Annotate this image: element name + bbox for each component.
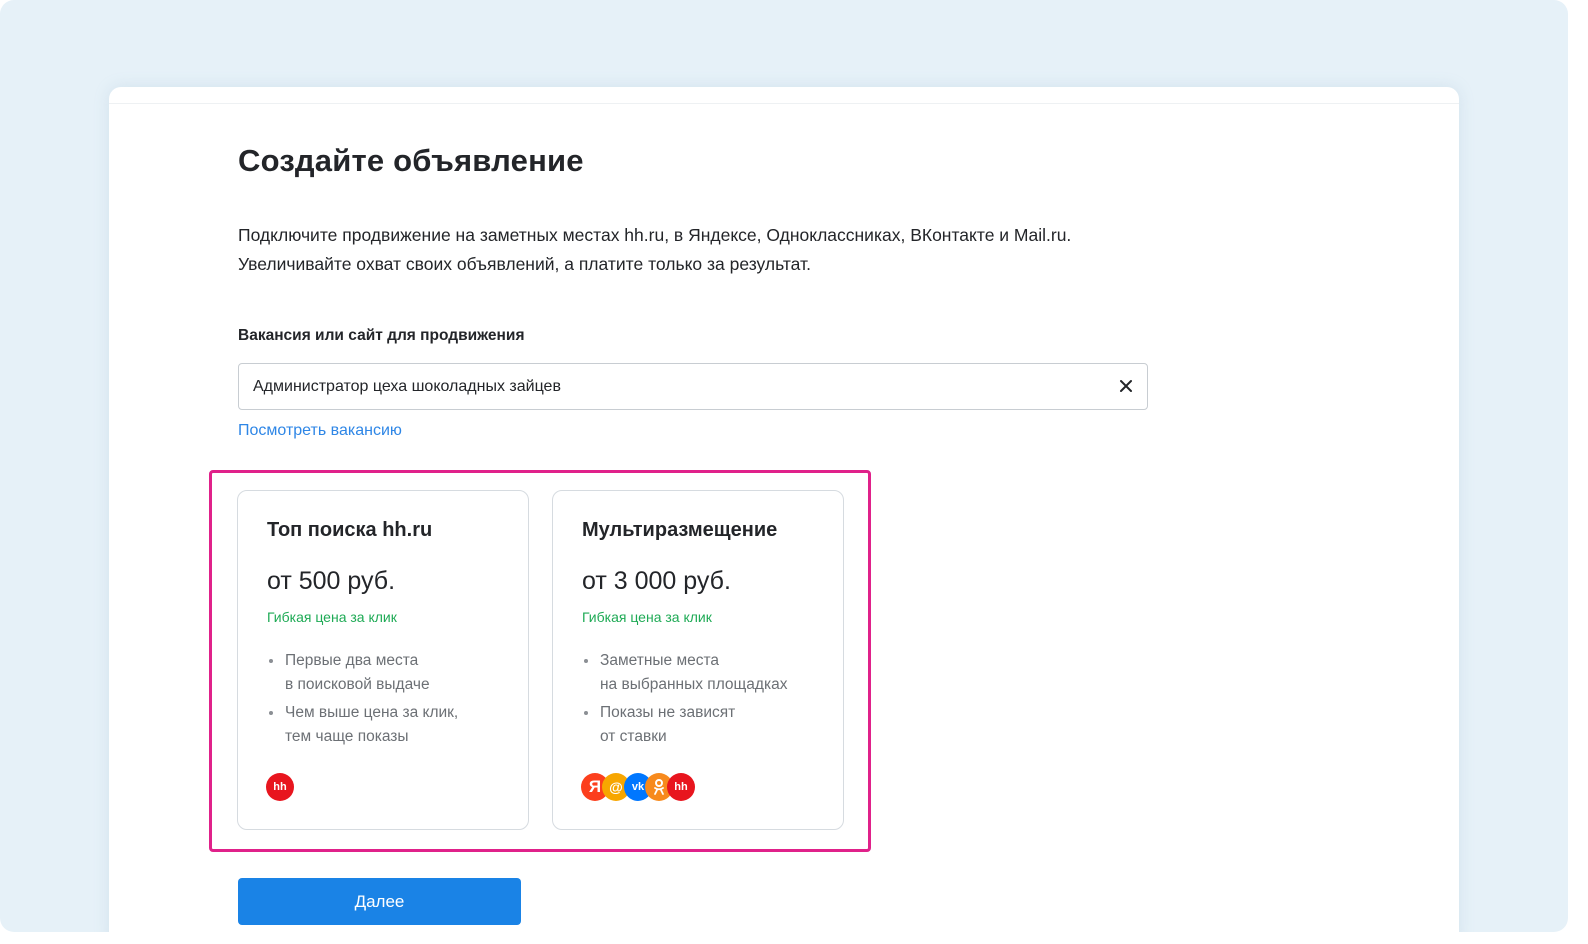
divider: [109, 103, 1459, 104]
view-vacancy-link[interactable]: Посмотреть вакансию: [238, 422, 402, 440]
option-features: Первые два места в поисковой выдаче Чем …: [267, 649, 517, 753]
list-item: Показы не зависят от ставки: [582, 701, 832, 749]
list-item-text: на выбранных площадках: [600, 676, 788, 693]
next-button[interactable]: Далее: [238, 878, 521, 925]
list-item-text: Показы не зависят: [600, 704, 736, 721]
list-item-text: в поисковой выдаче: [285, 676, 430, 693]
vacancy-input[interactable]: [253, 364, 1093, 409]
list-item: Заметные места на выбранных площадках: [582, 649, 832, 697]
option-price-note: Гибкая цена за клик: [582, 609, 712, 625]
content-card: Создайте объявление Подключите продвижен…: [109, 87, 1459, 932]
option-title: Мультиразмещение: [582, 519, 778, 541]
ok-glyph: [654, 779, 664, 795]
close-icon[interactable]: [1117, 377, 1135, 395]
option-price-note: Гибкая цена за клик: [267, 609, 397, 625]
list-item-text: тем чаще показы: [285, 728, 409, 745]
option-card-multiplacement[interactable]: Мультиразмещение от 3 000 руб. Гибкая це…: [552, 490, 844, 830]
list-item: Чем выше цена за клик, тем чаще показы: [267, 701, 517, 749]
vacancy-input-wrapper: [238, 363, 1148, 410]
list-item-text: Чем выше цена за клик,: [285, 704, 459, 721]
description-line: Подключите продвижение на заметных места…: [238, 225, 1072, 245]
list-item-text: от ставки: [600, 728, 667, 745]
list-item-text: Первые два места: [285, 652, 419, 669]
hh-logo-icon: hh: [667, 773, 695, 801]
list-item: Первые два места в поисковой выдаче: [267, 649, 517, 697]
description-line: Увеличивайте охват своих объявлений, а п…: [238, 254, 811, 274]
option-card-top-search[interactable]: Топ поиска hh.ru от 500 руб. Гибкая цена…: [237, 490, 529, 830]
option-features: Заметные места на выбранных площадках По…: [582, 649, 832, 753]
list-item-text: Заметные места: [600, 652, 720, 669]
option-title: Топ поиска hh.ru: [267, 519, 433, 541]
page-title: Создайте объявление: [238, 143, 584, 178]
option-price: от 3 000 руб.: [582, 567, 731, 595]
page-background: Создайте объявление Подключите продвижен…: [0, 0, 1568, 932]
page-description: Подключите продвижение на заметных места…: [238, 221, 1198, 279]
hh-logo-icon: hh: [266, 773, 294, 801]
option-price: от 500 руб.: [267, 567, 396, 595]
vacancy-field-label: Вакансия или сайт для продвижения: [238, 327, 525, 344]
